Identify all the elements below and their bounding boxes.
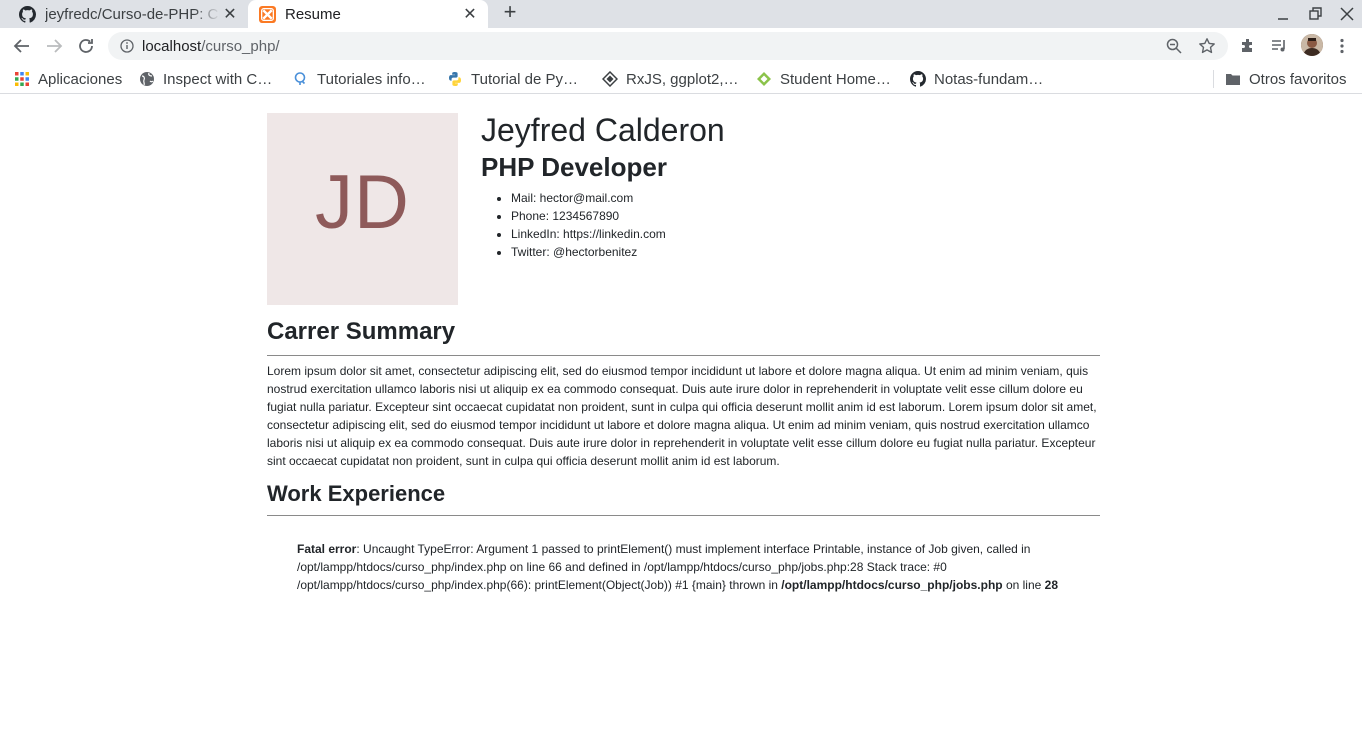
bookmark-apps[interactable]: Aplicaciones bbox=[14, 70, 122, 88]
work-heading: Work Experience bbox=[267, 481, 446, 506]
xampp-icon bbox=[259, 5, 276, 23]
php-fatal-error: Fatal error: Uncaught TypeError: Argumen… bbox=[297, 540, 1087, 594]
page-content: JD Jeyfred Calderon PHP Developer Mail: … bbox=[0, 95, 1362, 733]
tab-resume[interactable]: Resume ✕ bbox=[248, 0, 488, 28]
error-on-line: on line bbox=[1002, 578, 1045, 592]
work-divider bbox=[267, 515, 1100, 516]
profile-role: PHP Developer bbox=[481, 152, 667, 182]
folder-icon bbox=[1226, 74, 1240, 85]
globe-icon bbox=[140, 72, 154, 86]
bookmark-notas[interactable]: Notas-fundam… bbox=[910, 70, 1043, 88]
contact-linkedin: LinkedIn: https://linkedin.com bbox=[511, 226, 666, 244]
back-icon[interactable] bbox=[12, 36, 32, 56]
contact-list: Mail: hector@mail.com Phone: 1234567890 … bbox=[511, 190, 666, 262]
tab-strip: jeyfredc/Curso-de-PHP: Curso de PHP ✕ Re… bbox=[0, 0, 1362, 28]
tab-title: jeyfredc/Curso-de-PHP: Curso de PHP bbox=[45, 5, 220, 23]
profile-avatar[interactable] bbox=[1301, 34, 1323, 56]
bookmark-label: Tutoriales info… bbox=[317, 70, 426, 88]
bookmarks-bar: Aplicaciones Inspect with C… Tutoriales … bbox=[0, 64, 1362, 94]
zoom-icon[interactable] bbox=[1166, 38, 1182, 54]
python-icon bbox=[449, 72, 461, 86]
summary-heading: Carrer Summary bbox=[267, 318, 456, 345]
apps-grid-icon bbox=[15, 72, 29, 86]
bookmark-label: RxJS, ggplot2,… bbox=[626, 70, 739, 88]
error-label: Fatal error bbox=[297, 542, 357, 556]
profile-initials: JD bbox=[315, 160, 410, 245]
toolbar: localhost/curso_php/ bbox=[0, 28, 1362, 64]
reload-icon[interactable] bbox=[76, 36, 96, 56]
extensions-icon[interactable] bbox=[1239, 37, 1257, 55]
minimize-icon[interactable] bbox=[1273, 4, 1293, 24]
bookmark-student-home[interactable]: Student Home… bbox=[756, 70, 891, 88]
bookmark-label: Tutorial de Py… bbox=[471, 70, 578, 88]
diamond-icon bbox=[602, 71, 618, 87]
menu-kebab-icon[interactable] bbox=[1333, 37, 1351, 55]
new-tab-button[interactable]: + bbox=[500, 1, 520, 23]
bookmark-python[interactable]: Tutorial de Py… bbox=[447, 70, 578, 88]
leaf-icon bbox=[757, 72, 771, 86]
bookmark-label: Inspect with C… bbox=[163, 70, 273, 88]
contact-mail: Mail: hector@mail.com bbox=[511, 190, 666, 208]
url-host: localhost bbox=[142, 38, 202, 55]
summary-text: Lorem ipsum dolor sit amet, consectetur … bbox=[267, 364, 1097, 468]
restore-icon[interactable] bbox=[1305, 4, 1325, 24]
url-text: localhost/curso_php/ bbox=[142, 38, 280, 55]
address-bar[interactable]: localhost/curso_php/ bbox=[108, 32, 1228, 60]
close-tab-icon[interactable]: ✕ bbox=[460, 4, 480, 24]
profile-photo-placeholder: JD bbox=[267, 113, 458, 305]
github-icon bbox=[19, 5, 36, 23]
github-icon bbox=[910, 71, 926, 87]
error-line: 28 bbox=[1044, 578, 1058, 592]
media-queue-icon[interactable] bbox=[1270, 37, 1288, 55]
error-file: /opt/lampp/htdocs/curso_php/jobs.php bbox=[781, 578, 1003, 592]
profile-name: Jeyfred Calderon bbox=[481, 112, 725, 148]
search-bulb-icon bbox=[294, 72, 306, 85]
forward-icon[interactable] bbox=[44, 36, 64, 56]
bookmark-rxjs[interactable]: RxJS, ggplot2,… bbox=[602, 70, 739, 88]
bookmark-label: Student Home… bbox=[780, 70, 891, 88]
bookmark-label: Notas-fundam… bbox=[934, 70, 1044, 88]
tab-title: Resume bbox=[285, 5, 341, 23]
info-icon[interactable] bbox=[120, 39, 134, 53]
contact-phone: Phone: 1234567890 bbox=[511, 208, 666, 226]
summary-divider bbox=[267, 355, 1100, 356]
person-avatar-icon bbox=[1301, 34, 1323, 56]
bookmark-other-folder[interactable]: Otros favoritos bbox=[1225, 70, 1347, 88]
close-window-icon[interactable] bbox=[1337, 4, 1357, 24]
bookmark-inspect[interactable]: Inspect with C… bbox=[139, 70, 272, 88]
bookmark-label: Aplicaciones bbox=[38, 70, 123, 88]
bookmark-star-icon[interactable] bbox=[1198, 37, 1216, 55]
tab-github[interactable]: jeyfredc/Curso-de-PHP: Curso de PHP ✕ bbox=[8, 0, 248, 28]
close-tab-icon[interactable]: ✕ bbox=[220, 4, 240, 24]
bookmarks-separator bbox=[1213, 70, 1214, 88]
bookmark-tutoriales[interactable]: Tutoriales info… bbox=[293, 70, 426, 88]
bookmark-label: Otros favoritos bbox=[1249, 70, 1347, 88]
contact-twitter: Twitter: @hectorbenitez bbox=[511, 244, 666, 262]
url-path: /curso_php/ bbox=[201, 38, 280, 55]
